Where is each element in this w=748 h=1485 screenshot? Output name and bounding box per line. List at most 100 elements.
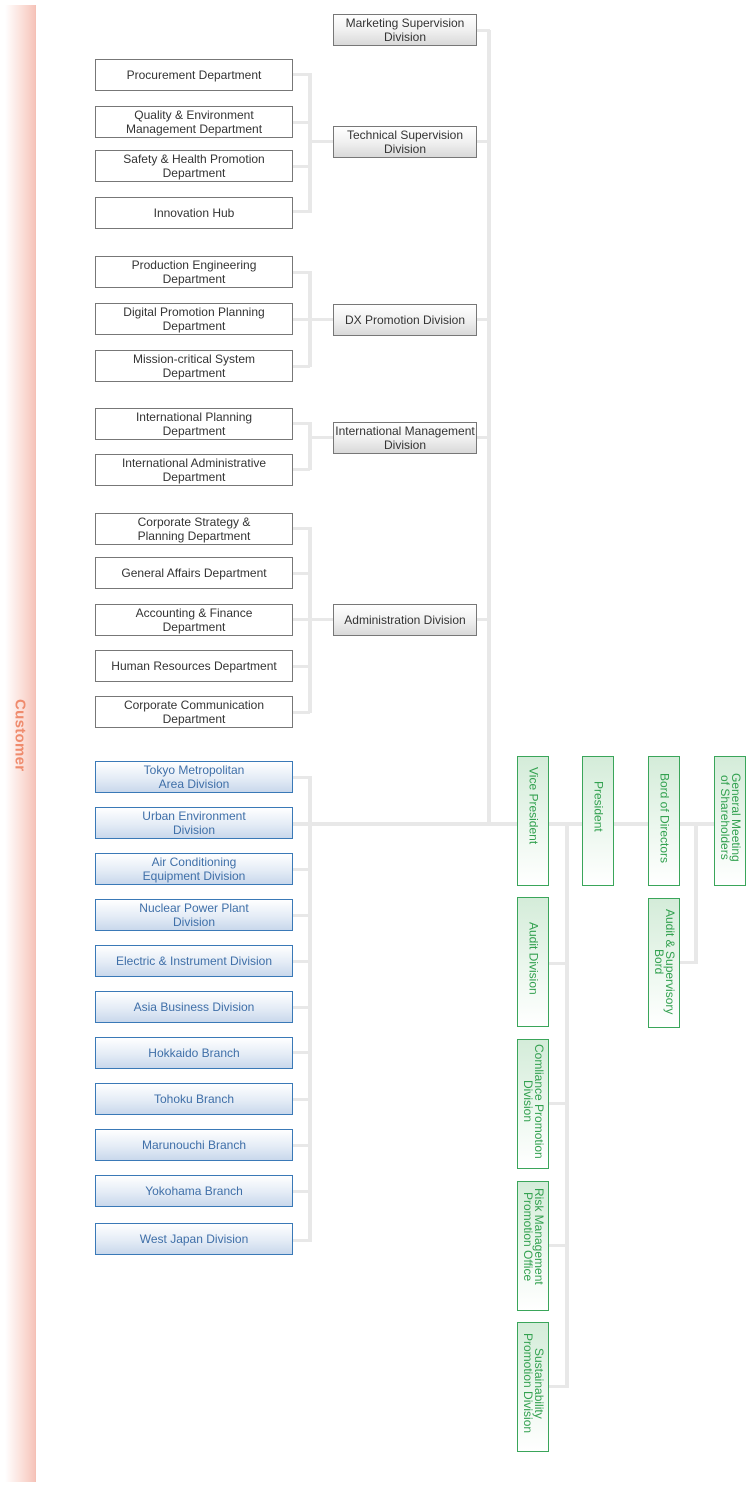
business-unit-air-conditioning[interactable]: Air Conditioning Equipment Division [95, 853, 293, 885]
connector-bu [292, 1190, 310, 1193]
business-unit-label: Marunouchi Branch [141, 1138, 247, 1152]
office-compliance-promotion[interactable]: Comliance Promotion Division [517, 1039, 549, 1169]
connector-audit-board-bus [694, 822, 698, 964]
connector-dept [292, 210, 310, 213]
connector-dept [292, 73, 310, 76]
executive-label: Bord of Directors [657, 773, 672, 864]
connector-intl-stub [310, 436, 334, 439]
office-label: Comliance Promotion Division [521, 1044, 546, 1159]
business-unit-label: West Japan Division [139, 1232, 249, 1246]
connector-technical-bus [308, 73, 312, 213]
business-unit-yokohama-branch[interactable]: Yokohama Branch [95, 1175, 293, 1207]
connector-dx-stub [310, 318, 334, 321]
department-label: Corporate Strategy & Planning Department [137, 515, 251, 543]
division-international-management[interactable]: International Management Division [333, 422, 477, 454]
division-label: International Management Division [335, 424, 475, 452]
connector-main-vertical [487, 30, 491, 826]
department-corporate-strategy[interactable]: Corporate Strategy & Planning Department [95, 513, 293, 545]
department-corporate-communication[interactable]: Corporate Communication Department [95, 696, 293, 728]
connector-international [476, 436, 490, 439]
customer-label: Customer [5, 680, 35, 790]
connector-bu [292, 1006, 310, 1009]
connector-marketing [476, 29, 490, 32]
business-unit-marunouchi-branch[interactable]: Marunouchi Branch [95, 1129, 293, 1161]
business-unit-tohoku-branch[interactable]: Tohoku Branch [95, 1083, 293, 1115]
business-unit-nuclear-power[interactable]: Nuclear Power Plant Division [95, 899, 293, 931]
connector-bu [292, 1144, 310, 1147]
department-international-administrative[interactable]: International Administrative Department [95, 454, 293, 486]
connector-dept [292, 121, 310, 124]
executive-audit-supervisory-board[interactable]: Audit & Supervisory Bord [648, 898, 680, 1028]
department-procurement[interactable]: Procurement Department [95, 59, 293, 91]
department-mission-critical-system[interactable]: Mission-critical System Department [95, 350, 293, 382]
executive-board-of-directors[interactable]: Bord of Directors [648, 756, 680, 886]
customer-label-text: Customer [11, 698, 29, 772]
department-human-resources[interactable]: Human Resources Department [95, 650, 293, 682]
connector-office [548, 1102, 567, 1105]
office-label: Sustainability Promotion Division [521, 1333, 546, 1434]
org-chart: Customer Marketing Supervision Division … [0, 0, 748, 1485]
business-unit-label: Tokyo Metropolitan Area Division [143, 763, 245, 791]
connector-business-bus [308, 776, 312, 1242]
business-unit-tokyo-metropolitan[interactable]: Tokyo Metropolitan Area Division [95, 761, 293, 793]
division-dx-promotion[interactable]: DX Promotion Division [333, 304, 477, 336]
connector-bu [292, 1098, 310, 1101]
division-administration[interactable]: Administration Division [333, 604, 477, 636]
business-unit-hokkaido-branch[interactable]: Hokkaido Branch [95, 1037, 293, 1069]
connector-bu [292, 960, 310, 963]
connector-business-to-vp [292, 822, 518, 826]
business-unit-label: Hokkaido Branch [148, 1046, 240, 1060]
department-quality-environment[interactable]: Quality & Environment Management Departm… [95, 106, 293, 138]
division-marketing-supervision[interactable]: Marketing Supervision Division [333, 14, 477, 46]
department-label: Innovation Hub [153, 206, 235, 220]
connector-bu [292, 1051, 310, 1054]
executive-general-meeting[interactable]: General Meeting of Shareholders [714, 756, 746, 886]
department-innovation-hub[interactable]: Innovation Hub [95, 197, 293, 229]
office-risk-management[interactable]: Risk Management Promotion Office [517, 1181, 549, 1311]
connector-dept [292, 527, 310, 530]
executive-president[interactable]: President [582, 756, 614, 886]
department-accounting-finance[interactable]: Accounting & Finance Department [95, 604, 293, 636]
business-unit-label: Air Conditioning Equipment Division [142, 855, 246, 883]
office-label: Risk Management Promotion Office [521, 1188, 546, 1285]
executive-label: President [591, 781, 606, 832]
department-production-engineering[interactable]: Production Engineering Department [95, 256, 293, 288]
business-unit-label: Asia Business Division [133, 1000, 255, 1014]
connector-dept [292, 165, 310, 168]
business-unit-asia-business[interactable]: Asia Business Division [95, 991, 293, 1023]
department-label: Safety & Health Promotion Department [123, 152, 265, 180]
connector-exec-horizontal [548, 822, 714, 826]
office-audit-division[interactable]: Audit Division [517, 897, 549, 1027]
connector-administration [476, 618, 490, 621]
business-unit-urban-environment[interactable]: Urban Environment Division [95, 807, 293, 839]
business-unit-electric-instrument[interactable]: Electric & Instrument Division [95, 945, 293, 977]
division-label: Administration Division [344, 613, 466, 627]
division-technical-supervision[interactable]: Technical Supervision Division [333, 126, 477, 158]
department-label: Production Engineering Department [131, 258, 257, 286]
executive-vice-president[interactable]: Vice President [517, 756, 549, 886]
executive-label: General Meeting of Shareholders [718, 773, 743, 862]
department-general-affairs[interactable]: General Affairs Department [95, 557, 293, 589]
business-unit-west-japan[interactable]: West Japan Division [95, 1223, 293, 1255]
office-sustainability-promotion[interactable]: Sustainability Promotion Division [517, 1322, 549, 1452]
business-unit-label: Nuclear Power Plant Division [139, 901, 249, 929]
department-label: General Affairs Department [121, 566, 267, 580]
connector-bu [292, 914, 310, 917]
department-label: Quality & Environment Management Departm… [125, 108, 263, 136]
department-label: Corporate Communication Department [123, 698, 265, 726]
department-international-planning[interactable]: International Planning Department [95, 408, 293, 440]
department-label: Mission-critical System Department [132, 352, 255, 380]
department-digital-promotion-planning[interactable]: Digital Promotion Planning Department [95, 303, 293, 335]
connector-dept [292, 271, 310, 274]
department-safety-health[interactable]: Safety & Health Promotion Department [95, 150, 293, 182]
connector-dept [292, 572, 310, 575]
connector-technical [476, 140, 490, 143]
executive-label: Audit & Supervisory Bord [652, 909, 677, 1015]
connector-intl-bus [308, 422, 312, 470]
business-unit-label: Urban Environment Division [142, 809, 246, 837]
business-unit-label: Electric & Instrument Division [115, 954, 273, 968]
connector-dept [292, 318, 310, 321]
connector-audit-board [679, 961, 697, 964]
office-label: Audit Division [526, 922, 541, 995]
connector-dept [292, 365, 310, 368]
